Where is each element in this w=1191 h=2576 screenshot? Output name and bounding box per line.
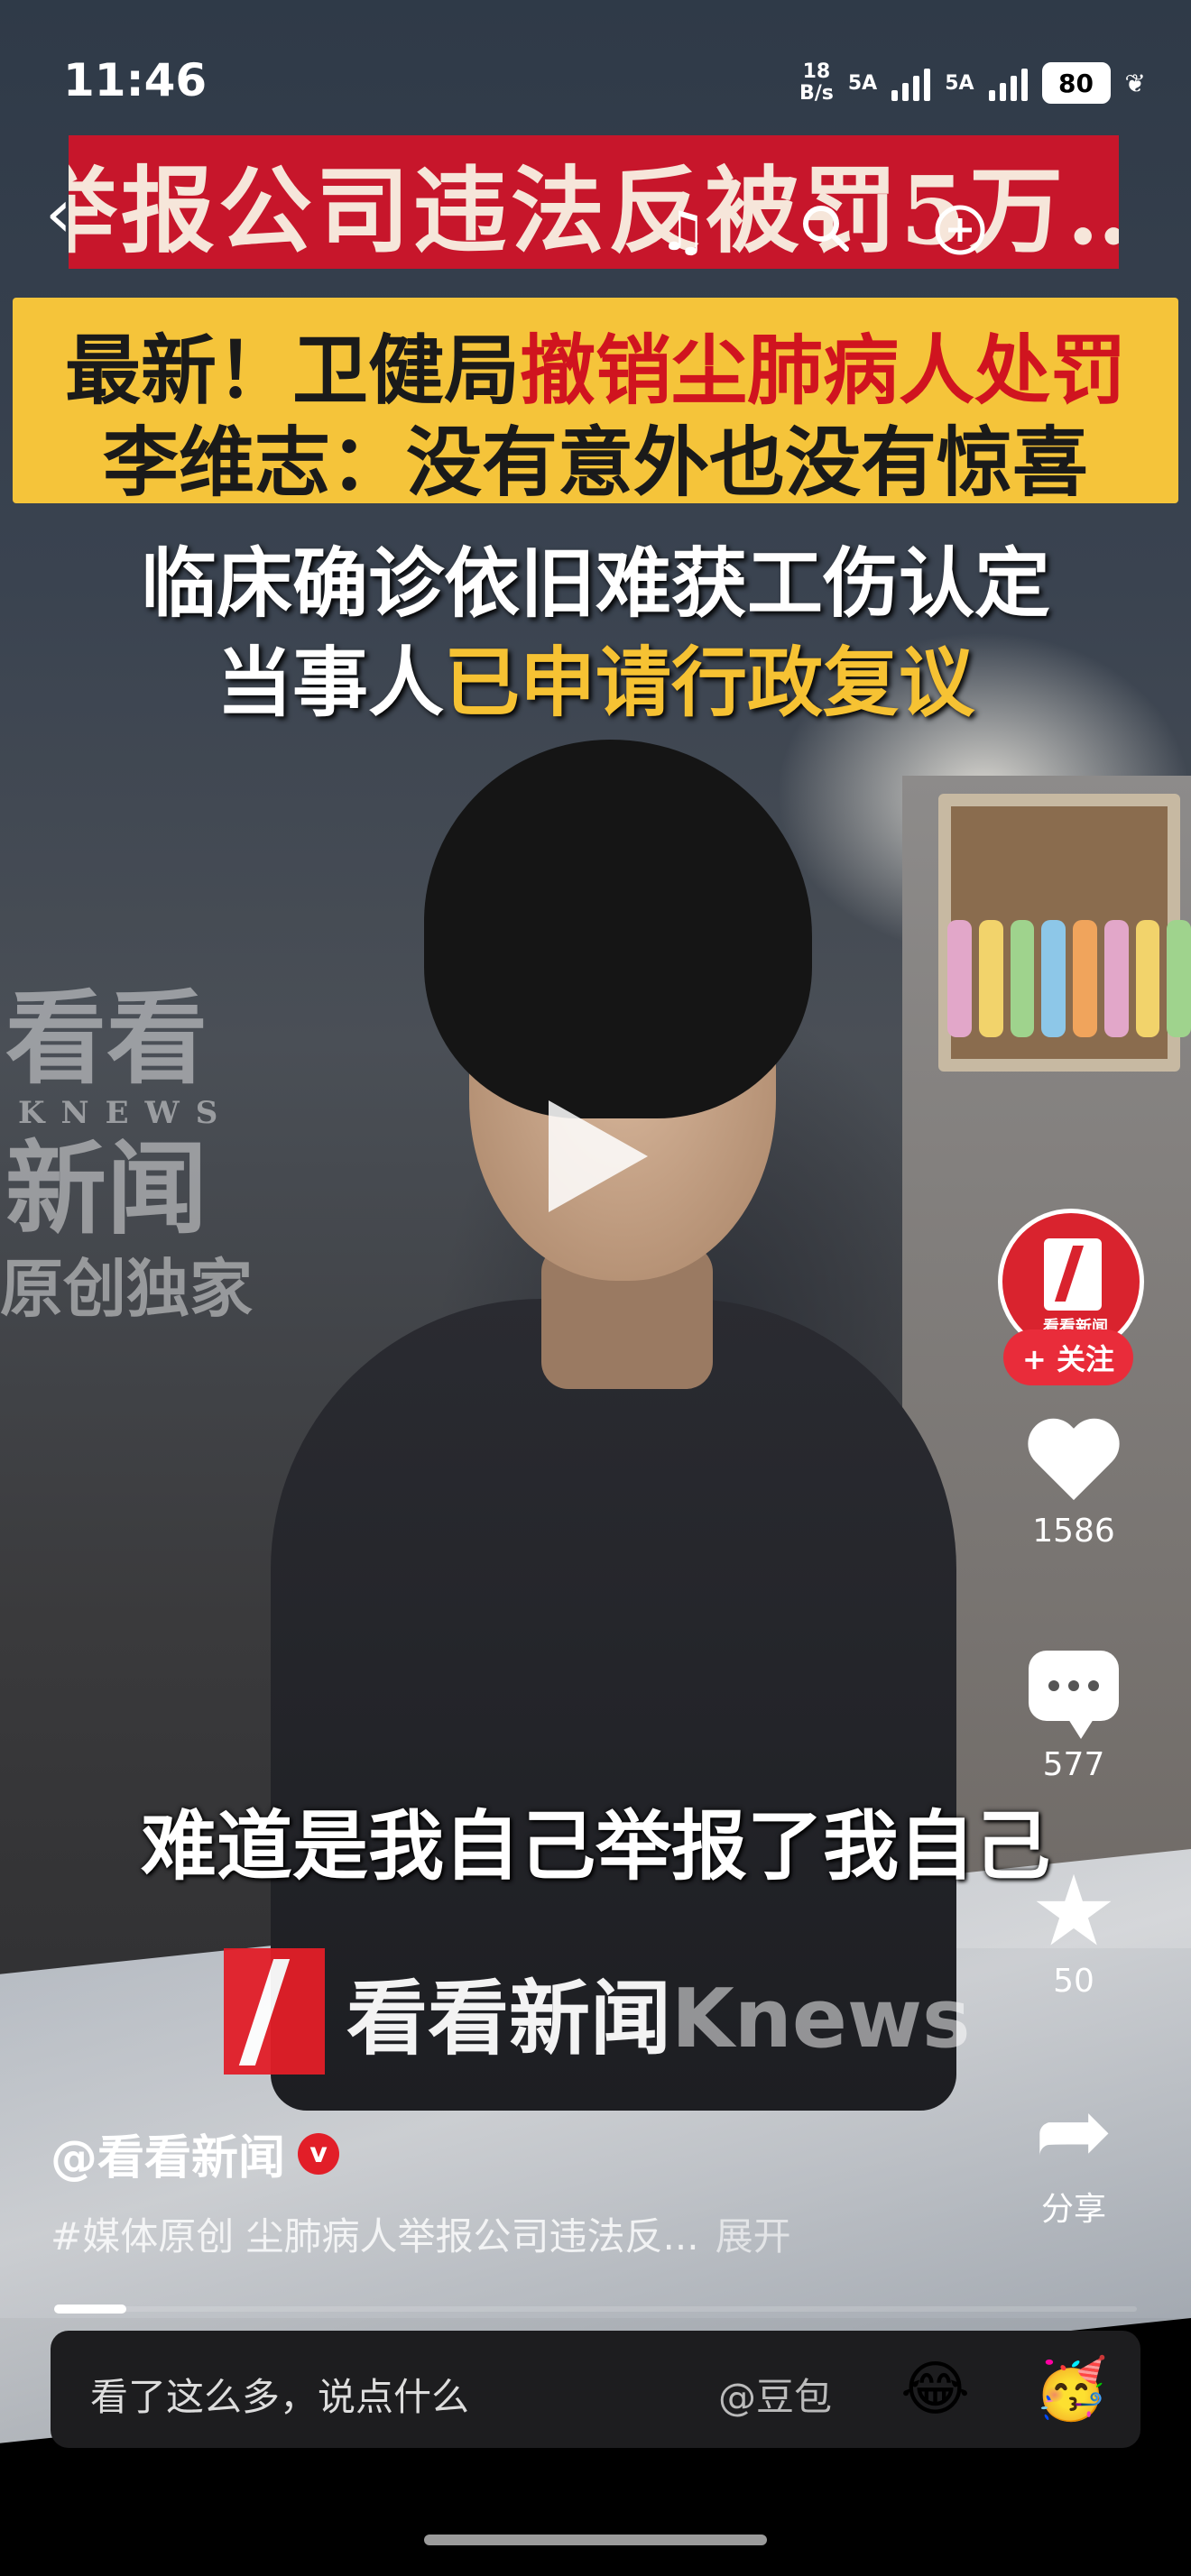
battery-icon: 80 — [1041, 62, 1111, 104]
knews-logo: 看看新闻Knews — [224, 1948, 971, 2075]
heart-icon — [1026, 1421, 1122, 1507]
signal-bars-icon — [988, 65, 1028, 101]
favorite-count: 50 — [1053, 1963, 1094, 2000]
network-speed-unit: B/s — [799, 82, 834, 105]
back-icon[interactable]: ‹ — [45, 180, 72, 247]
video-screen[interactable]: 举报公司违法反被罚5万… 最新！卫健局撤销尘肺病人处罚 李维志：没有意外也没有惊… — [0, 0, 1191, 2576]
expand-link[interactable]: 展开 — [716, 2214, 791, 2259]
search-icon[interactable] — [801, 204, 850, 253]
like-count: 1586 — [1032, 1513, 1115, 1550]
comment-button[interactable]: 577 — [992, 1651, 1155, 1783]
star-icon: ★ — [1029, 1855, 1118, 1968]
comment-input[interactable]: 看了这么多，说点什么 — [90, 2367, 469, 2422]
favorite-button[interactable]: ★ 50 — [992, 1855, 1155, 2001]
listen-icon[interactable]: ♫ — [659, 200, 707, 263]
share-button[interactable]: ➦ 分享 — [992, 2084, 1155, 2230]
description-text: #媒体原创 尘肺病人举报公司违法反... — [51, 2214, 699, 2259]
signal-bars-icon — [891, 65, 931, 101]
power-saving-icon: ❦ — [1124, 68, 1146, 98]
video-description[interactable]: #媒体原创 尘肺病人举报公司违法反... 展开 — [51, 2206, 791, 2261]
share-icon: ➦ — [1034, 2075, 1113, 2185]
clock: 11:46 — [63, 54, 208, 106]
sub-headline-2-white: 当事人 — [216, 638, 444, 727]
knews-logo-cn: 看看新闻 — [346, 1972, 671, 2066]
home-indicator[interactable] — [424, 2535, 767, 2545]
watermark-knews: KNEWS — [18, 1095, 235, 1131]
watermark-original: 原创独家 — [0, 1251, 253, 1326]
author-name[interactable]: @看看新闻 — [51, 2120, 285, 2187]
sub-headline-2-gold: 已申请行政复议 — [444, 638, 975, 727]
watermark-line-1: 看看 — [5, 980, 208, 1098]
knews-mark-icon — [1044, 1238, 1102, 1311]
play-icon[interactable] — [549, 1100, 648, 1212]
progress-bar[interactable] — [54, 2305, 126, 2314]
sub-headline-2: 当事人已申请行政复议 — [0, 622, 1191, 731]
laugh-emoji-icon[interactable]: 😂 — [900, 2354, 970, 2424]
watermark-line-2: 新闻 — [5, 1130, 208, 1248]
comment-count: 577 — [1042, 1746, 1105, 1783]
knews-logo-en: Knews — [671, 1972, 971, 2066]
progress-track[interactable] — [54, 2306, 1137, 2312]
knews-logo-text: 看看新闻Knews — [346, 1953, 971, 2070]
comment-icon — [1029, 1651, 1119, 1739]
status-bar: 11:46 18 B/s 5A 5A 80 ❦ — [0, 0, 1191, 171]
network-speed: 18 B/s — [799, 61, 834, 105]
comment-input-bar[interactable]: 看了这么多，说点什么 @豆包 😂 🥳 — [51, 2331, 1140, 2448]
follow-button[interactable]: + 关注 — [1003, 1329, 1133, 1385]
party-emoji-icon[interactable]: 🥳 — [1034, 2354, 1108, 2424]
author-handle[interactable]: @看看新闻 v — [51, 2120, 340, 2187]
sim2-label: 5A — [945, 71, 974, 95]
channel-watermark: 看看 KNEWS 新闻 原创独家 — [0, 983, 289, 1329]
mention-button[interactable]: @豆包 — [718, 2367, 832, 2422]
add-icon[interactable] — [934, 204, 986, 256]
yellow-line-2: 李维志：没有意外也没有惊喜 — [102, 418, 1088, 507]
headline-yellow-banner: 最新！卫健局撤销尘肺病人处罚 李维志：没有意外也没有惊喜 — [13, 298, 1178, 507]
abacus-beads — [947, 920, 1191, 1037]
like-button[interactable]: 1586 — [992, 1421, 1155, 1550]
status-icons: 18 B/s 5A 5A 80 ❦ — [799, 61, 1146, 105]
sub-headline-1: 临床确诊依旧难获工伤认定 — [140, 538, 1050, 628]
share-label: 分享 — [1040, 2191, 1106, 2228]
verified-badge-icon: v — [298, 2132, 340, 2175]
knews-mark-icon — [224, 1948, 325, 2075]
sim1-label: 5A — [847, 71, 878, 95]
network-speed-value: 18 — [802, 60, 831, 83]
hair — [424, 740, 812, 1118]
